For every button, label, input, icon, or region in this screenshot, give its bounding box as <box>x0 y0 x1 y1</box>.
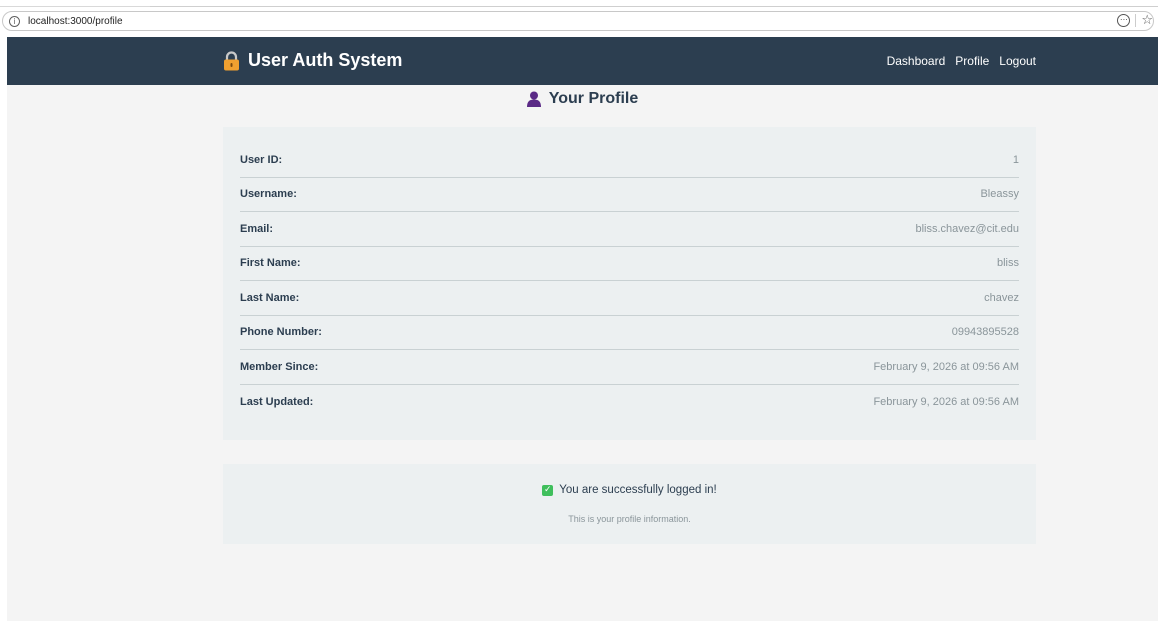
nav-links: Dashboard Profile Logout <box>887 54 1036 68</box>
profile-card: User ID: 1 Username: Bleassy Email: blis… <box>223 127 1036 440</box>
field-value: February 9, 2026 at 09:56 AM <box>873 395 1019 408</box>
toolbar-separator <box>1135 14 1137 27</box>
field-value: chavez <box>984 291 1019 304</box>
field-value: February 9, 2026 at 09:56 AM <box>873 360 1019 373</box>
nav-dashboard-link[interactable]: Dashboard <box>887 54 946 68</box>
person-icon <box>526 91 541 107</box>
field-label: Phone Number: <box>240 326 322 339</box>
address-bar[interactable]: i localhost:3000/profile ⋯ ☆ <box>2 11 1154 31</box>
field-value: 09943895528 <box>951 326 1019 339</box>
profile-row-email: Email: bliss.chavez@cit.edu <box>240 212 1019 247</box>
field-label: Last Updated: <box>240 395 314 408</box>
tab-edge <box>0 0 150 7</box>
page-title-text: Your Profile <box>548 90 639 107</box>
field-label: Member Since: <box>240 360 319 373</box>
nav-logout-link[interactable]: Logout <box>999 54 1036 68</box>
profile-row-member-since: Member Since: February 9, 2026 at 09:56 … <box>240 350 1019 385</box>
nav-profile-link[interactable]: Profile <box>955 54 989 68</box>
field-label: User ID: <box>240 153 283 166</box>
field-label: Username: <box>240 188 297 201</box>
field-value: bliss.chavez@cit.edu <box>915 222 1020 235</box>
page-title: Your Profile <box>7 90 1158 108</box>
profile-row-last-name: Last Name: chavez <box>240 281 1019 316</box>
status-note: This is your profile information. <box>568 514 691 524</box>
tab-strip <box>0 0 1158 9</box>
field-label: Last Name: <box>240 291 300 304</box>
profile-row-first-name: First Name: bliss <box>240 247 1019 281</box>
brand-title: User Auth System <box>248 50 403 70</box>
brand[interactable]: User Auth System <box>223 50 402 71</box>
field-value: Bleassy <box>980 188 1019 201</box>
field-label: First Name: <box>240 257 301 270</box>
check-icon: ✓ <box>542 484 554 496</box>
field-label: Email: <box>240 222 274 235</box>
profile-row-last-updated: Last Updated: February 9, 2026 at 09:56 … <box>240 385 1019 420</box>
url-text[interactable]: localhost:3000/profile <box>28 16 123 27</box>
success-message: ✓ You are successfully logged in! <box>223 484 1036 496</box>
page: User Auth System Dashboard Profile Logou… <box>7 37 1158 621</box>
profile-row-username: Username: Bleassy <box>240 178 1019 212</box>
address-bar-actions: ⋯ ☆ <box>1117 14 1153 27</box>
more-options-icon[interactable]: ⋯ <box>1117 14 1131 27</box>
navbar: User Auth System Dashboard Profile Logou… <box>7 37 1158 85</box>
profile-row-user-id: User ID: 1 <box>240 143 1019 178</box>
success-message-text: You are successfully logged in! <box>559 484 717 496</box>
status-card: ✓ You are successfully logged in! This i… <box>223 464 1036 544</box>
field-value: 1 <box>1012 153 1019 166</box>
info-icon[interactable]: i <box>9 15 20 27</box>
profile-row-phone-number: Phone Number: 09943895528 <box>240 316 1019 350</box>
tab-strip-rule <box>150 6 1158 7</box>
field-value: bliss <box>996 257 1019 270</box>
lock-icon <box>224 50 239 70</box>
bookmark-star-icon[interactable]: ☆ <box>1141 14 1153 27</box>
